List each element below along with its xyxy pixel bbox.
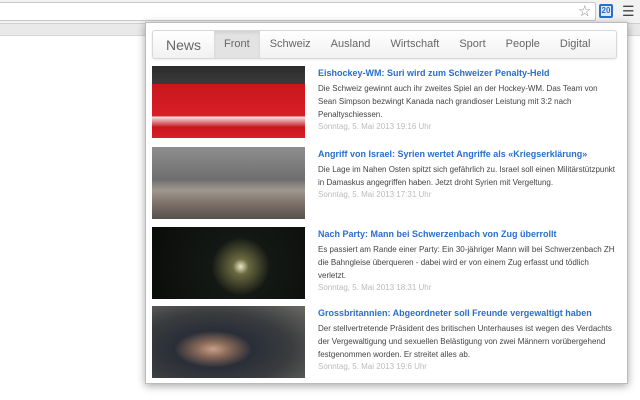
article-date: Sonntag, 5. Mai 2013 19:6 Uhr (318, 362, 427, 371)
tab-ausland[interactable]: Ausland (321, 31, 381, 58)
tab-sport[interactable]: Sport (449, 31, 495, 58)
tab-front[interactable]: Front (214, 31, 260, 58)
article-date: Sonntag, 5. Mai 2013 17:31 Uhr (318, 190, 432, 199)
article-date: Sonntag, 5. Mai 2013 18:31 Uhr (318, 283, 432, 292)
nav-bar: News Front Schweiz Ausland Wirtschaft Sp… (152, 30, 617, 59)
article-thumbnail[interactable] (152, 306, 305, 378)
article-thumbnail[interactable] (152, 66, 305, 138)
news-popup: News Front Schweiz Ausland Wirtschaft Sp… (145, 22, 628, 384)
article-lead: Die Schweiz gewinnt auch ihr zweites Spi… (318, 84, 598, 119)
browser-toolbar: ☆ 20 ☰ (0, 0, 640, 24)
news-extension-icon[interactable]: 20 (599, 4, 613, 18)
tab-digital[interactable]: Digital (550, 31, 601, 58)
article-item[interactable]: Grossbritannien: Abgeordneter soll Freun… (152, 306, 622, 380)
article-title[interactable]: Angriff von Israel: Syrien wertet Angrif… (318, 148, 618, 161)
brand[interactable]: News (153, 37, 214, 53)
tab-schweiz[interactable]: Schweiz (260, 31, 321, 58)
article-date: Sonntag, 5. Mai 2013 19:16 Uhr (318, 122, 432, 131)
address-bar[interactable] (0, 2, 596, 21)
article-thumbnail[interactable] (152, 147, 305, 219)
article-item[interactable]: Nach Party: Mann bei Schwerzenbach von Z… (152, 227, 622, 301)
tab-people[interactable]: People (496, 31, 550, 58)
article-lead: Die Lage im Nahen Osten spitzt sich gefä… (318, 165, 616, 187)
star-icon[interactable]: ☆ (578, 2, 591, 20)
hamburger-menu-icon[interactable]: ☰ (622, 3, 635, 20)
article-title[interactable]: Grossbritannien: Abgeordneter soll Freun… (318, 307, 618, 320)
article-item[interactable]: Angriff von Israel: Syrien wertet Angrif… (152, 147, 622, 221)
tab-wirtschaft[interactable]: Wirtschaft (380, 31, 449, 58)
article-thumbnail[interactable] (152, 227, 305, 299)
article-title[interactable]: Eishockey-WM: Suri wird zum Schweizer Pe… (318, 67, 618, 80)
article-lead: Der stellvertretende Präsident des briti… (318, 324, 612, 359)
article-lead: Es passiert am Rande einer Party: Ein 30… (318, 245, 615, 280)
article-item[interactable]: Eishockey-WM: Suri wird zum Schweizer Pe… (152, 66, 622, 140)
article-title[interactable]: Nach Party: Mann bei Schwerzenbach von Z… (318, 228, 618, 241)
